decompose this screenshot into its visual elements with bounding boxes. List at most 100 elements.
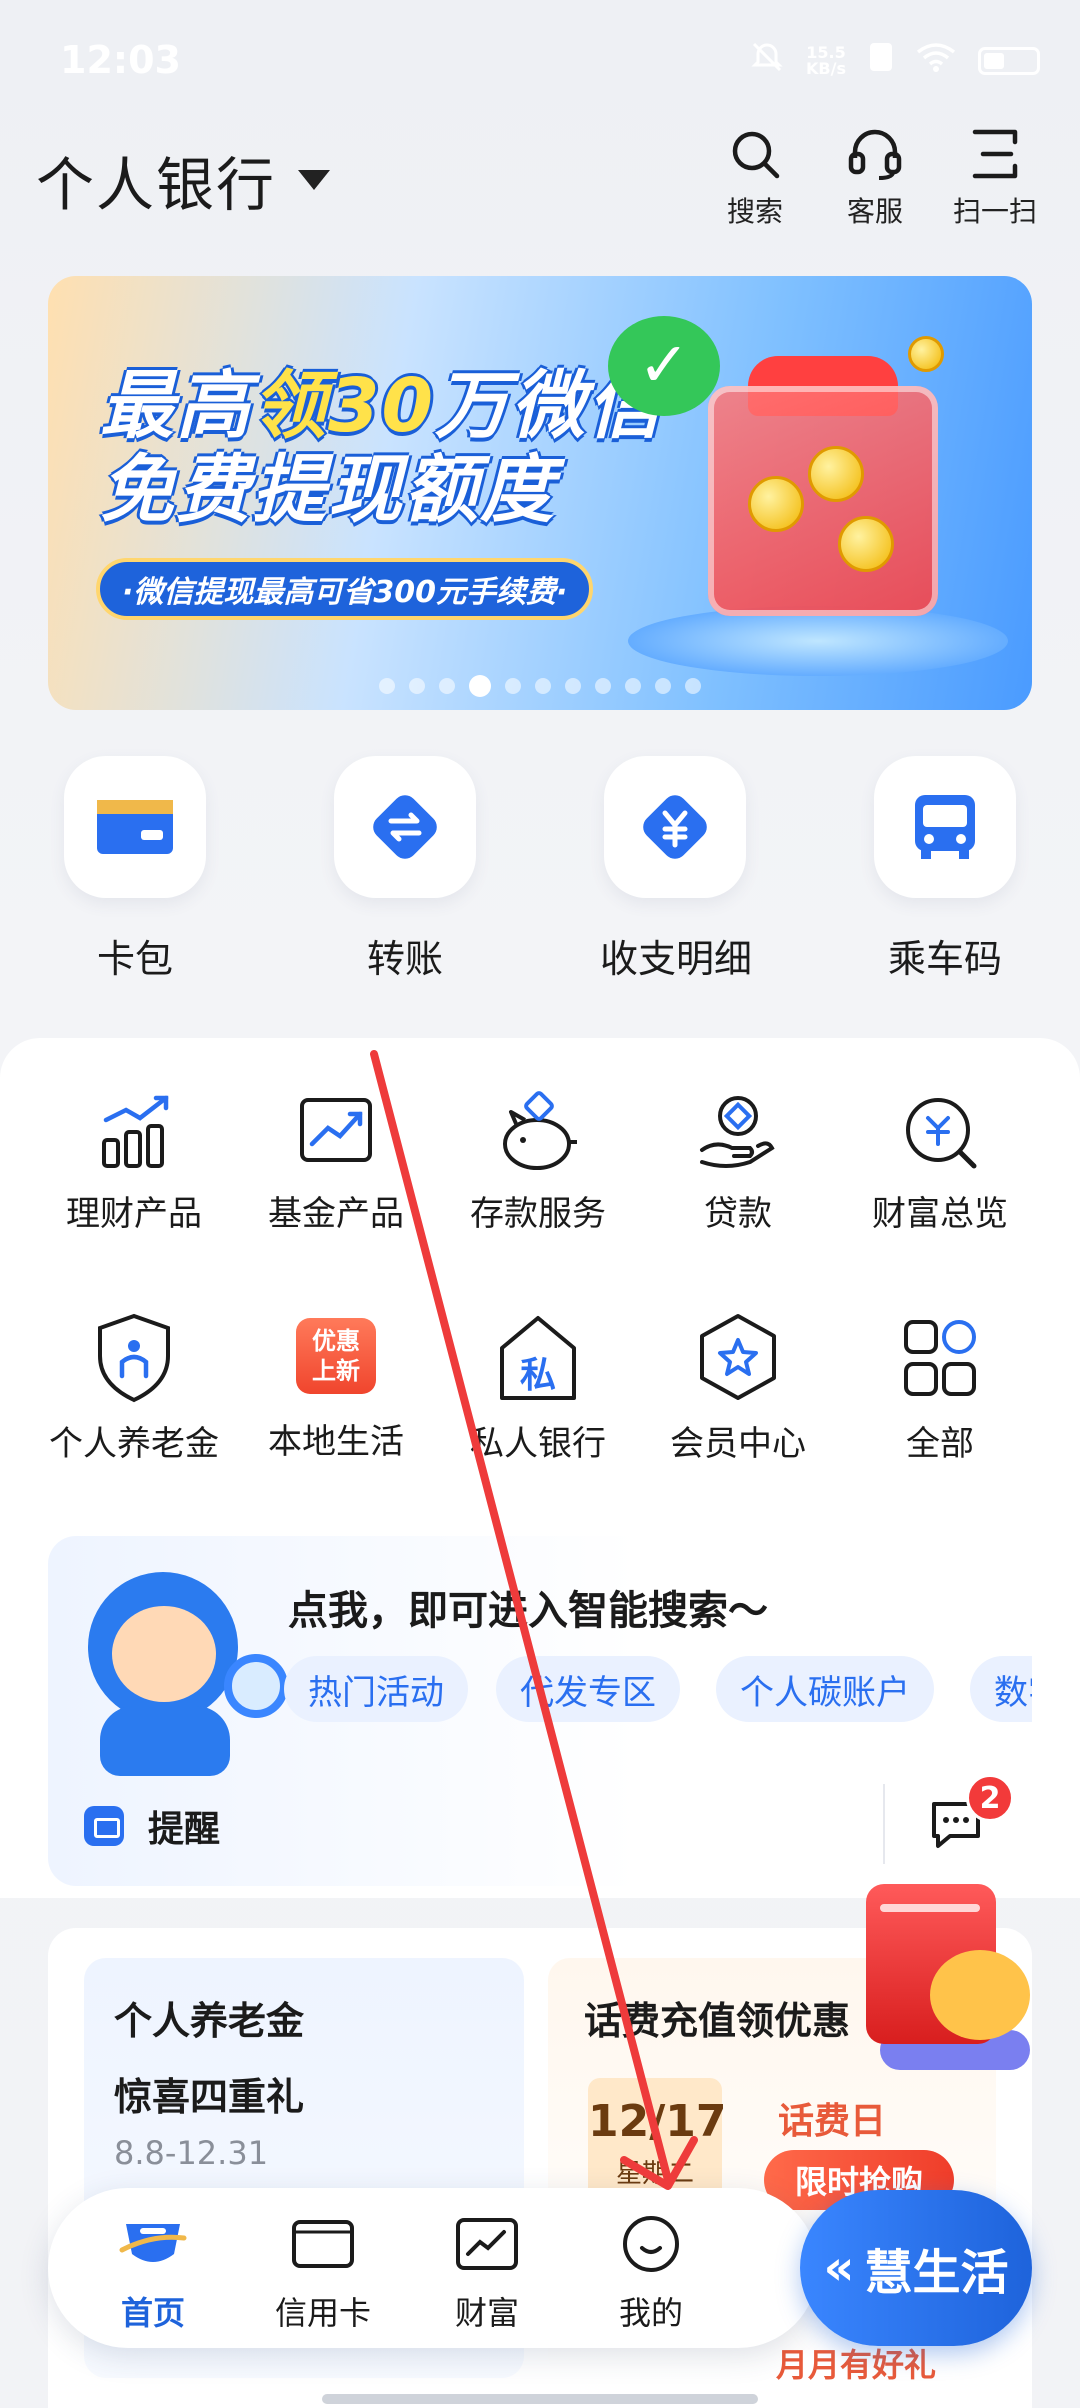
mascot-face <box>112 1606 216 1702</box>
transfer-icon <box>373 795 437 859</box>
coin-icon <box>908 336 944 372</box>
service-label: 个人养老金 <box>49 1424 219 1464</box>
credit-card-icon <box>292 2220 354 2268</box>
piggy-bank-icon <box>503 1091 577 1170</box>
transfer-button[interactable]: 转账 <box>330 756 480 983</box>
customer-service-label: 客服 <box>846 195 903 228</box>
home-indicator[interactable] <box>322 2394 758 2404</box>
bar-chart-icon <box>102 1095 169 1168</box>
carousel-dot[interactable] <box>439 678 455 694</box>
wechat-check-icon <box>608 316 720 416</box>
bus-code-label: 乘车码 <box>887 937 1002 981</box>
wifi-icon <box>916 42 956 80</box>
service-label: 理财产品 <box>66 1194 202 1234</box>
hand-coin-icon <box>700 1096 775 1168</box>
trend-chart-icon <box>300 1098 372 1162</box>
chip-payroll-zone[interactable]: 代发专区 <box>496 1656 680 1722</box>
double-chevron-left-icon: « <box>823 2240 855 2296</box>
card-wallet-label: 卡包 <box>96 937 173 981</box>
card-wallet-icon <box>97 800 173 854</box>
podium-graphic <box>628 606 1008 676</box>
service-label: 财富总览 <box>872 1194 1008 1234</box>
chip-carbon-account[interactable]: 个人碳账户 <box>716 1656 934 1722</box>
pension-promo-title: 个人养老金 <box>114 1999 305 2043</box>
sim-icon <box>868 41 894 81</box>
divider <box>883 1784 885 1864</box>
promo-badge-icon: 优惠 上新 <box>296 1318 376 1394</box>
coin-icon <box>808 446 864 502</box>
carousel-dot[interactable] <box>625 678 641 694</box>
search-icon <box>732 131 780 179</box>
magnifier-icon <box>224 1654 288 1718</box>
service-label: 存款服务 <box>470 1194 606 1234</box>
service-all[interactable]: 全部 <box>840 1312 1040 1465</box>
search-button[interactable]: 搜索 <box>700 128 810 230</box>
customer-service-button[interactable]: 客服 <box>820 128 930 230</box>
carousel-dots[interactable] <box>48 675 1032 697</box>
service-member-center[interactable]: 会员中心 <box>638 1312 838 1465</box>
service-fund-products[interactable]: 基金产品 <box>236 1090 436 1235</box>
house-private-icon: 私 <box>496 1312 580 1404</box>
service-personal-pension[interactable]: 个人养老金 <box>34 1312 234 1465</box>
carousel-dot[interactable] <box>685 678 701 694</box>
nav-wealth[interactable]: 财富 <box>412 2214 562 2334</box>
service-label: 本地生活 <box>268 1422 404 1462</box>
dropdown-caret-icon[interactable] <box>298 170 331 190</box>
card-wallet-button[interactable]: 卡包 <box>60 756 210 983</box>
service-wealth-products[interactable]: 理财产品 <box>34 1090 234 1235</box>
service-local-life[interactable]: 优惠 上新 本地生活 <box>236 1312 436 1463</box>
grid-all-icon <box>904 1320 976 1396</box>
scan-button[interactable]: 扫一扫 <box>940 128 1050 230</box>
scan-label: 扫一扫 <box>952 195 1037 228</box>
carousel-dot[interactable] <box>655 678 671 694</box>
pension-promo-date: 8.8-12.31 <box>114 2134 269 2172</box>
shield-person-icon <box>98 1313 170 1403</box>
smart-life-button[interactable]: « 慧生活 <box>800 2190 1032 2346</box>
home-icon <box>119 2224 187 2262</box>
reminder-label[interactable]: 提醒 <box>148 1800 220 1852</box>
bus-code-button[interactable]: 乘车码 <box>870 756 1020 983</box>
service-private-bank[interactable]: 私 私人银行 <box>438 1312 638 1465</box>
headset-icon <box>848 129 902 180</box>
search-label: 搜索 <box>726 195 783 228</box>
service-label: 全部 <box>906 1424 974 1464</box>
nav-home[interactable]: 首页 <box>78 2214 228 2334</box>
carousel-dot[interactable] <box>409 678 425 694</box>
carousel-dot[interactable] <box>535 678 551 694</box>
coin-icon <box>838 516 894 572</box>
promo-banner[interactable]: 最高领30万微信 免费提现额度 ·微信提现最高可省300元手续费· <box>48 276 1032 710</box>
phone-topup-title: 话费充值领优惠 <box>584 1999 851 2043</box>
transaction-detail-button[interactable]: 收支明细 <box>600 756 753 983</box>
nav-profile[interactable]: 我的 <box>576 2214 726 2334</box>
service-label: 贷款 <box>704 1194 772 1234</box>
service-deposit[interactable]: 存款服务 <box>438 1090 638 1235</box>
bus-icon <box>915 795 975 859</box>
service-wealth-overview[interactable]: 财富总览 <box>840 1090 1040 1235</box>
carousel-dot[interactable] <box>469 675 491 697</box>
carousel-dot[interactable] <box>379 678 395 694</box>
bottom-nav: 首页 信用卡 财富 我的 <box>48 2188 818 2348</box>
carousel-dot[interactable] <box>595 678 611 694</box>
service-loan[interactable]: 贷款 <box>638 1090 838 1235</box>
service-label: 基金产品 <box>268 1194 404 1234</box>
profile-icon <box>623 2216 679 2272</box>
hexagon-star-icon <box>700 1314 776 1400</box>
banner-title: 最高领30万微信 免费提现额度 <box>100 363 663 533</box>
wealth-search-icon <box>906 1098 977 1169</box>
phone-bill-day-label: 话费日 <box>778 2101 887 2142</box>
page-title[interactable]: 个人银行 <box>36 138 331 222</box>
carousel-dot[interactable] <box>565 678 581 694</box>
mascot-duck-graphic <box>930 1950 1030 2040</box>
chip-digital[interactable]: 数字 <box>970 1656 1032 1722</box>
reminder-icon <box>84 1806 124 1846</box>
transaction-detail-label: 收支明细 <box>600 937 753 981</box>
nav-credit-card[interactable]: 信用卡 <box>248 2214 398 2334</box>
smart-search-card[interactable]: 点我，即可进入智能搜索～ 热门活动 代发专区 个人碳账户 数字 提醒 2 <box>48 1536 1032 1886</box>
wealth-icon <box>456 2218 518 2270</box>
carousel-dot[interactable] <box>505 678 521 694</box>
pension-promo-subtitle: 惊喜四重礼 <box>114 2075 305 2119</box>
banner-pill: ·微信提现最高可省300元手续费· <box>96 558 594 620</box>
status-time: 12:03 <box>60 38 181 82</box>
chip-hot-activities[interactable]: 热门活动 <box>284 1656 468 1722</box>
smart-search-title[interactable]: 点我，即可进入智能搜索～ <box>288 1578 768 1636</box>
